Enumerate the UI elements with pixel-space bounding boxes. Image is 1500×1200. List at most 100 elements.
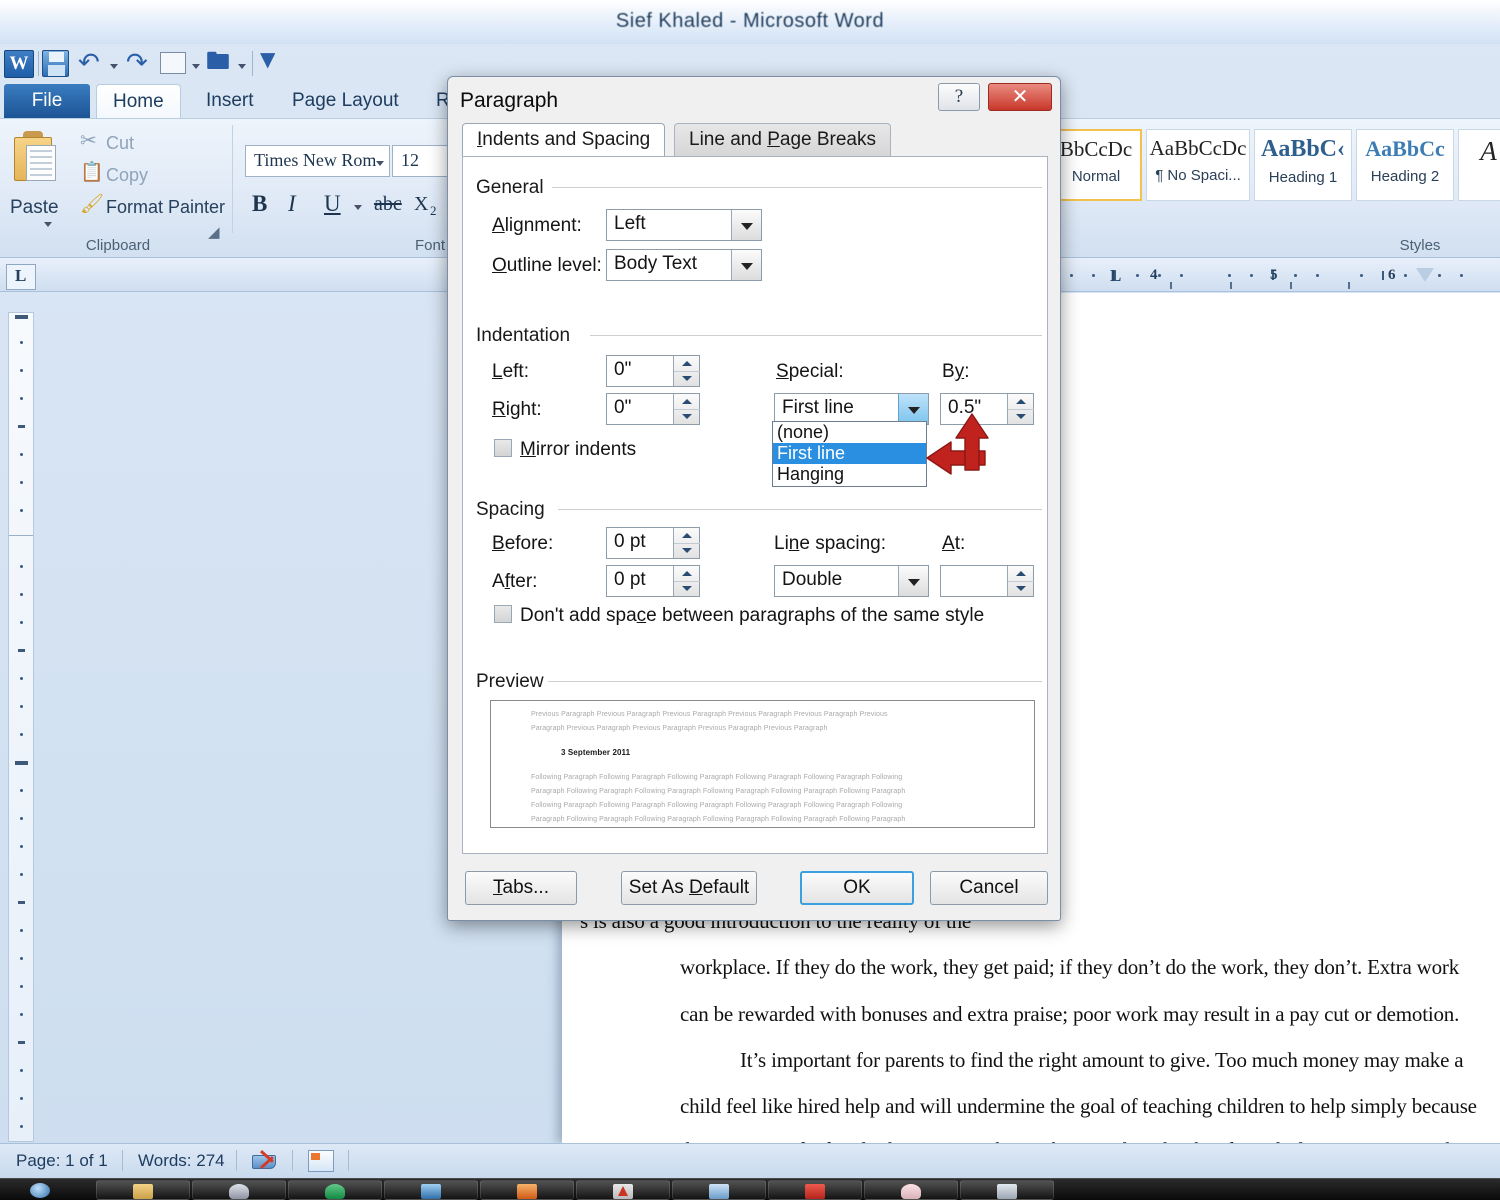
start-orb-icon[interactable]	[30, 1183, 50, 1198]
subscript-button[interactable]: X	[414, 193, 428, 216]
taskbar-item-10[interactable]	[960, 1180, 1054, 1200]
style-tile-heading2[interactable]: AaBbCc Heading 2	[1356, 129, 1454, 201]
at-stepper[interactable]	[940, 565, 1034, 597]
underline-button[interactable]: U	[324, 191, 341, 217]
paste-button-label[interactable]: Paste	[10, 197, 59, 219]
taskbar-start-button[interactable]	[0, 1180, 94, 1200]
strikethrough-button[interactable]: abc	[374, 193, 402, 216]
explorer-icon[interactable]	[997, 1184, 1017, 1199]
media-player-icon[interactable]	[325, 1184, 345, 1199]
page-indicator[interactable]: Page: 1 of 1	[16, 1151, 108, 1171]
style-tile-no-spacing[interactable]: AaBbCcDc ¶ No Spaci...	[1146, 129, 1250, 201]
style-tile-normal[interactable]: BbCcDc Normal	[1050, 129, 1142, 201]
spacing-after-spin-buttons[interactable]	[673, 566, 700, 596]
ok-button[interactable]: OK	[800, 871, 914, 905]
right-indent-spin-buttons[interactable]	[673, 394, 700, 424]
print-preview-dropdown-icon[interactable]	[192, 64, 200, 69]
special-dropdown-icon[interactable]	[898, 394, 928, 424]
taskbar-item-1[interactable]	[96, 1180, 190, 1200]
tab-home[interactable]: Home	[96, 84, 181, 120]
style-sample-normal: BbCcDc	[1059, 137, 1133, 161]
style-tile-more[interactable]: A	[1458, 129, 1500, 201]
word-taskbar-icon[interactable]	[421, 1184, 441, 1199]
special-option-first-line[interactable]: First line	[773, 443, 926, 464]
tab-page-layout[interactable]: Page Layout	[276, 84, 415, 120]
indentation-divider	[590, 335, 1042, 336]
ruler-tab-marker[interactable]: L	[1110, 266, 1121, 286]
left-indent-spin-buttons[interactable]	[673, 356, 700, 386]
right-indent-stepper[interactable]: 0"	[606, 393, 700, 425]
taskbar-item-5[interactable]	[480, 1180, 574, 1200]
cancel-button[interactable]: Cancel	[930, 871, 1048, 905]
macro-recording-icon[interactable]	[308, 1150, 334, 1172]
tabs-button[interactable]: Tabs...	[465, 871, 577, 905]
taskbar-item-6[interactable]	[576, 1180, 670, 1200]
taskbar-item-7[interactable]	[672, 1180, 766, 1200]
dont-add-space-checkbox[interactable]	[494, 605, 512, 623]
folder-icon[interactable]	[133, 1184, 153, 1199]
italic-button[interactable]: I	[288, 191, 296, 217]
by-spin-buttons[interactable]	[1007, 394, 1034, 424]
powerpoint-icon[interactable]	[517, 1184, 537, 1199]
pdf-icon[interactable]	[805, 1184, 825, 1199]
tab-indents-and-spacing[interactable]: Indents and Spacing	[462, 123, 666, 157]
spacing-before-stepper[interactable]: 0 pt	[606, 527, 700, 559]
save-icon[interactable]	[42, 50, 69, 77]
font-name-box[interactable]: Times New Rom	[245, 145, 390, 177]
browser-icon[interactable]	[229, 1184, 249, 1199]
dont-add-space-label[interactable]: Don't add space between paragraphs of th…	[520, 605, 984, 627]
special-option-hanging[interactable]: Hanging	[773, 464, 926, 485]
tab-file[interactable]: File	[4, 84, 90, 120]
tab-selector-button[interactable]	[6, 264, 36, 290]
paste-dropdown-icon[interactable]	[44, 222, 52, 227]
clipboard-dialog-launcher-icon[interactable]: ◢	[208, 217, 220, 247]
taskbar-item-2[interactable]	[192, 1180, 286, 1200]
close-icon[interactable]: ✕	[988, 83, 1052, 111]
mirror-indents-checkbox[interactable]	[494, 439, 512, 457]
outline-level-select[interactable]: Body Text	[606, 249, 762, 281]
utility-icon[interactable]	[613, 1184, 633, 1199]
taskbar-item-3[interactable]	[288, 1180, 382, 1200]
alignment-dropdown-icon[interactable]	[731, 210, 761, 240]
left-indent-stepper[interactable]: 0"	[606, 355, 700, 387]
font-size-box[interactable]: 12	[392, 145, 450, 177]
line-spacing-select[interactable]: Double	[774, 565, 929, 597]
word-logo-icon[interactable]: W	[4, 50, 34, 78]
at-spin-buttons[interactable]	[1007, 566, 1034, 596]
customize-qat-icon[interactable]: ▼	[260, 44, 275, 74]
open-icon[interactable]: 🖿	[206, 46, 230, 76]
font-name-dropdown-icon[interactable]	[376, 161, 384, 166]
format-painter-icon[interactable]: 🖌	[80, 189, 104, 219]
paste-icon[interactable]	[14, 131, 60, 183]
vertical-ruler[interactable]	[8, 312, 34, 1142]
taskbar-item-8[interactable]	[768, 1180, 862, 1200]
taskbar-item-4[interactable]	[384, 1180, 478, 1200]
right-indent-marker[interactable]	[1416, 268, 1434, 282]
app-icon[interactable]	[901, 1184, 921, 1199]
word-count[interactable]: Words: 274	[138, 1151, 225, 1171]
spacing-before-spin-buttons[interactable]	[673, 528, 700, 558]
style-tile-heading1[interactable]: AaBbC‹ Heading 1	[1254, 129, 1352, 201]
undo-dropdown-icon[interactable]	[110, 64, 118, 69]
bold-button[interactable]: B	[252, 191, 267, 217]
special-dropdown-list[interactable]: (none) First line Hanging	[772, 421, 927, 487]
open-dropdown-icon[interactable]	[238, 64, 246, 69]
line-spacing-dropdown-icon[interactable]	[898, 566, 928, 596]
messenger-icon[interactable]	[709, 1184, 729, 1199]
alignment-select[interactable]: Left	[606, 209, 762, 241]
tab-insert[interactable]: Insert	[190, 84, 270, 120]
help-icon[interactable]: ?	[938, 83, 980, 111]
format-painter-label[interactable]: Format Painter	[106, 197, 225, 218]
outline-level-dropdown-icon[interactable]	[731, 250, 761, 280]
taskbar-item-9[interactable]	[864, 1180, 958, 1200]
spell-check-error-icon[interactable]	[252, 1150, 280, 1172]
underline-dropdown-icon[interactable]	[354, 205, 362, 210]
spacing-after-stepper[interactable]: 0 pt	[606, 565, 700, 597]
set-as-default-button[interactable]: Set As Default	[621, 871, 757, 905]
print-preview-icon[interactable]	[160, 52, 186, 74]
undo-icon[interactable]: ↶	[78, 48, 100, 78]
tab-line-and-page-breaks[interactable]: Line and Page Breaks	[674, 123, 891, 157]
special-option-none[interactable]: (none)	[773, 422, 926, 443]
mirror-indents-label[interactable]: Mirror indents	[520, 439, 636, 461]
redo-icon[interactable]: ↷	[126, 48, 148, 78]
